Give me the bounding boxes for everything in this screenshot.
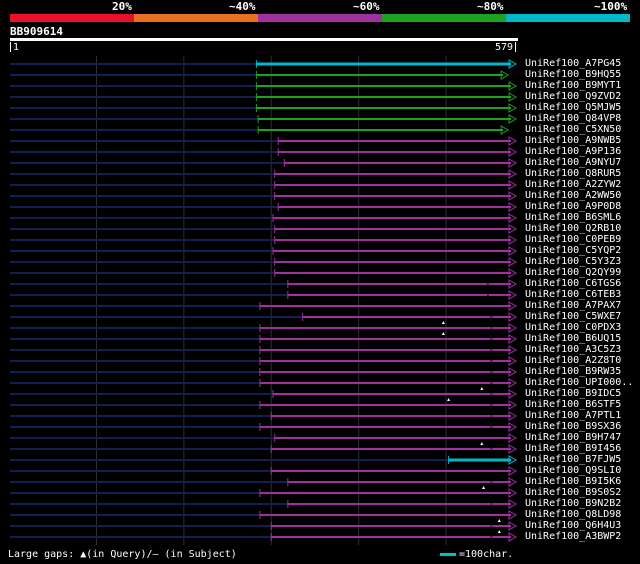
hit-label[interactable]: UniRef100_A9P136 [525,146,621,157]
query-gap-marker [497,530,501,533]
hit-label[interactable]: UniRef100_Q9ZVD2 [525,91,621,102]
scale-key-label: =100char. [459,549,514,560]
hit-label[interactable]: UniRef100_C0PEB9 [525,234,621,245]
hit-label[interactable]: UniRef100_Q6H4U3 [525,520,621,531]
hit-label[interactable]: UniRef100_C6TEB3 [525,289,621,300]
query-gap-marker [480,442,484,445]
hit-label[interactable]: UniRef100_A7PTL1 [525,410,621,421]
hit-label[interactable]: UniRef100_A2ZYW2 [525,179,621,190]
hit-label[interactable]: UniRef100_A3BWP2 [525,531,621,542]
query-gap-marker [441,332,445,335]
hit-label[interactable]: UniRef100_A3C5Z3 [525,344,621,355]
hit-label[interactable]: UniRef100_A7PG45 [525,58,621,69]
hit-label[interactable]: UniRef100_B9HQ55 [525,69,621,80]
hit-label[interactable]: UniRef100_A2Z8T0 [525,355,621,366]
blast-graphic-overview: 20% ~40% ~60% ~80% ~100% BB909614 1 579 … [0,0,640,564]
hit-label[interactable]: UniRef100_Q5MJW5 [525,102,621,113]
hit-label[interactable]: UniRef100_A9NYU7 [525,157,621,168]
hit-label[interactable]: UniRef100_B9RW35 [525,366,621,377]
hit-label[interactable]: UniRef100_A9P0D8 [525,201,621,212]
query-gap-marker [480,387,484,390]
query-gap-marker [482,486,486,489]
query-gap-marker [497,519,501,522]
hit-label[interactable]: UniRef100_B9IDC5 [525,388,621,399]
hit-label[interactable]: UniRef100_Q9SLI0 [525,465,621,476]
hit-label[interactable]: UniRef100_B9I5K6 [525,476,621,487]
hit-label[interactable]: UniRef100_B9S0S2 [525,487,621,498]
hit-label[interactable]: UniRef100_B7FJW5 [525,454,621,465]
hit-label[interactable]: UniRef100_B6UQ15 [525,333,621,344]
hit-label[interactable]: UniRef100_C5XN50 [525,124,621,135]
hit-label[interactable]: UniRef100_C5WXE7 [525,311,621,322]
hit-label[interactable]: UniRef100_Q84VP8 [525,113,621,124]
hit-label[interactable]: UniRef100_UPI000.. [525,377,633,388]
scale-key-line [440,553,456,556]
hit-label[interactable]: UniRef100_B9I456 [525,443,621,454]
hit-label[interactable]: UniRef100_A9NWB5 [525,135,621,146]
hit-label[interactable]: UniRef100_B9H747 [525,432,621,443]
hit-label[interactable]: UniRef100_Q2RB10 [525,223,621,234]
hit-label[interactable]: UniRef100_Q8RUR5 [525,168,621,179]
hit-label[interactable]: UniRef100_C5YQP2 [525,245,621,256]
hit-label[interactable]: UniRef100_B6STF5 [525,399,621,410]
hit-label[interactable]: UniRef100_B9SX36 [525,421,621,432]
hit-label[interactable]: UniRef100_B6SML6 [525,212,621,223]
query-gap-marker [441,321,445,324]
query-gap-marker [447,398,451,401]
hit-label[interactable]: UniRef100_C5Y3Z3 [525,256,621,267]
hit-label[interactable]: UniRef100_B9N2B2 [525,498,621,509]
hit-label[interactable]: UniRef100_A7PAX7 [525,300,621,311]
hit-label[interactable]: UniRef100_C6TGS6 [525,278,621,289]
gaps-legend: Large gaps: ▲(in Query)/– (in Subject) [8,549,237,560]
hit-label[interactable]: UniRef100_B9MYT1 [525,80,621,91]
hit-label[interactable]: UniRef100_Q8LD98 [525,509,621,520]
hit-label[interactable]: UniRef100_C0PDX3 [525,322,621,333]
hit-label[interactable]: UniRef100_Q2QY99 [525,267,621,278]
hit-label[interactable]: UniRef100_A2WW50 [525,190,621,201]
